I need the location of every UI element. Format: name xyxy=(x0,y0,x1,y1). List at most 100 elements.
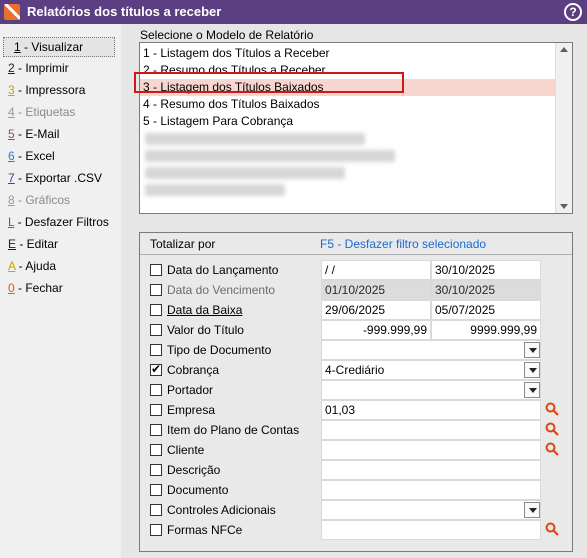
report-model-listbox[interactable]: 1 - Listagem dos Títulos a Receber 2 - R… xyxy=(139,42,573,214)
listbox-scrollbar[interactable] xyxy=(555,43,572,213)
formas-nfce-field[interactable] xyxy=(321,520,541,540)
controles-select[interactable] xyxy=(321,500,541,520)
sidebar-item-label: - Etiquetas xyxy=(14,105,76,119)
filter-row-cliente: Cliente xyxy=(140,440,572,460)
search-icon[interactable] xyxy=(545,402,559,416)
redacted-option xyxy=(145,167,345,179)
cliente-field[interactable] xyxy=(321,440,541,460)
filter-label: Controles Adicionais xyxy=(167,503,276,517)
shortcut-key: 8 xyxy=(8,193,15,207)
filter-label: Data do Vencimento xyxy=(167,283,276,297)
sidebar-item-label: - Ajuda xyxy=(15,259,57,273)
checkbox[interactable] xyxy=(150,284,162,296)
checkbox[interactable] xyxy=(150,384,162,396)
chevron-down-icon[interactable] xyxy=(524,502,540,518)
checkbox[interactable] xyxy=(150,504,162,516)
shortcut-key: E xyxy=(8,237,17,251)
scroll-up-icon[interactable] xyxy=(560,47,568,52)
date-to-field[interactable]: 05/07/2025 xyxy=(431,300,541,320)
shortcut-key: 1 xyxy=(14,40,21,54)
redacted-option xyxy=(145,133,365,145)
sidebar-item-excel[interactable]: 6 - Excel xyxy=(3,146,115,166)
search-icon[interactable] xyxy=(545,422,559,436)
date-from-field[interactable]: / / xyxy=(321,260,431,280)
filter-row-descricao: Descrição xyxy=(140,460,572,480)
plano-contas-field[interactable] xyxy=(321,420,541,440)
checkbox[interactable] xyxy=(150,524,162,536)
checkbox[interactable] xyxy=(150,264,162,276)
checkbox[interactable] xyxy=(150,444,162,456)
sidebar-item-desfazer-filtros[interactable]: L - Desfazer Filtros xyxy=(3,212,115,232)
undo-filter-link[interactable]: F5 - Desfazer filtro selecionado xyxy=(320,237,486,251)
sidebar-item-label: - Gráficos xyxy=(14,193,71,207)
main-panel: Selecione o Modelo de Relatório 1 - List… xyxy=(121,24,587,558)
shortcut-key: 7 xyxy=(8,171,15,185)
empresa-field[interactable]: 01,03 xyxy=(321,400,541,420)
chevron-down-icon[interactable] xyxy=(524,342,540,358)
checkbox[interactable] xyxy=(150,484,162,496)
filter-label: Tipo de Documento xyxy=(167,343,272,357)
value-to-field[interactable]: 9999.999,99 xyxy=(431,320,541,340)
filter-label: Empresa xyxy=(167,403,216,417)
window-titlebar: Relatórios dos títulos a receber ? xyxy=(0,0,587,24)
filter-panel: Totalizar por F5 - Desfazer filtro selec… xyxy=(139,232,573,552)
chevron-down-icon[interactable] xyxy=(524,382,540,398)
sidebar-item-visualizar[interactable]: 1 - Visualizar xyxy=(3,37,115,57)
descricao-field[interactable] xyxy=(321,460,541,480)
shortcut-key: 0 xyxy=(8,281,15,295)
shortcut-key: 5 xyxy=(8,127,15,141)
sidebar-item-label: - Visualizar xyxy=(20,40,84,54)
sidebar-item-impressora[interactable]: 3 - Impressora xyxy=(3,80,115,100)
filter-row-data-vencimento: Data do Vencimento 01/10/2025 30/10/2025 xyxy=(140,280,572,300)
date-to-field[interactable]: 30/10/2025 xyxy=(431,260,541,280)
totalizar-label: Totalizar por xyxy=(150,237,216,251)
filter-label: Data da Baixa xyxy=(167,303,243,317)
sidebar-item-editar[interactable]: E - Editar xyxy=(3,234,115,254)
search-icon[interactable] xyxy=(545,442,559,456)
checkbox[interactable] xyxy=(150,344,162,356)
document-type-select[interactable] xyxy=(321,340,541,360)
date-from-field[interactable]: 29/06/2025 xyxy=(321,300,431,320)
checkbox[interactable] xyxy=(150,304,162,316)
report-option[interactable]: 5 - Listagem Para Cobrança xyxy=(140,113,555,130)
redacted-option xyxy=(145,184,285,196)
report-option[interactable]: 1 - Listagem dos Títulos a Receber xyxy=(140,45,555,62)
sidebar-item-label: - Impressora xyxy=(14,83,86,97)
help-icon[interactable]: ? xyxy=(564,3,582,21)
sidebar-item-label: - Desfazer Filtros xyxy=(14,215,109,229)
date-from-field[interactable]: 01/10/2025 xyxy=(321,280,431,300)
chevron-down-icon[interactable] xyxy=(524,362,540,378)
checkbox[interactable] xyxy=(150,464,162,476)
sidebar-item-exportar-csv[interactable]: 7 - Exportar .CSV xyxy=(3,168,115,188)
report-option[interactable]: 4 - Resumo dos Títulos Baixados xyxy=(140,96,555,113)
date-to-field[interactable]: 30/10/2025 xyxy=(431,280,541,300)
sidebar-item-etiquetas[interactable]: 4 - Etiquetas xyxy=(3,102,115,122)
sidebar-item-label: - Editar xyxy=(16,237,59,251)
value-from-field[interactable]: -999.999,99 xyxy=(321,320,431,340)
cobranca-select[interactable]: 4-Crediário xyxy=(321,360,541,380)
window-title: Relatórios dos títulos a receber xyxy=(27,4,222,19)
sidebar-item-ajuda[interactable]: A - Ajuda xyxy=(3,256,115,276)
sidebar-item-fechar[interactable]: 0 - Fechar xyxy=(3,278,115,298)
documento-field[interactable] xyxy=(321,480,541,500)
filter-row-documento: Documento xyxy=(140,480,572,500)
portador-select[interactable] xyxy=(321,380,541,400)
sidebar-item-imprimir[interactable]: 2 - Imprimir xyxy=(3,58,115,78)
sidebar-item-label: - E-Mail xyxy=(14,127,60,141)
checkbox[interactable] xyxy=(150,324,162,336)
scroll-down-icon[interactable] xyxy=(560,204,568,209)
action-sidebar: 1 - Visualizar 2 - Imprimir 3 - Impresso… xyxy=(0,24,121,558)
filter-label: Documento xyxy=(167,483,229,497)
filter-label: Portador xyxy=(167,383,214,397)
filter-label: Valor do Título xyxy=(167,323,244,337)
checkbox[interactable] xyxy=(150,424,162,436)
checkbox[interactable] xyxy=(150,404,162,416)
sidebar-item-graficos[interactable]: 8 - Gráficos xyxy=(3,190,115,210)
checkbox-checked[interactable] xyxy=(150,362,162,376)
search-icon[interactable] xyxy=(545,522,559,536)
filter-row-empresa: Empresa 01,03 xyxy=(140,400,572,420)
sidebar-item-email[interactable]: 5 - E-Mail xyxy=(3,124,115,144)
filter-label: Formas NFCe xyxy=(167,523,243,537)
filter-row-plano-contas: Item do Plano de Contas xyxy=(140,420,572,440)
filter-row-controles-adicionais: Controles Adicionais xyxy=(140,500,572,520)
